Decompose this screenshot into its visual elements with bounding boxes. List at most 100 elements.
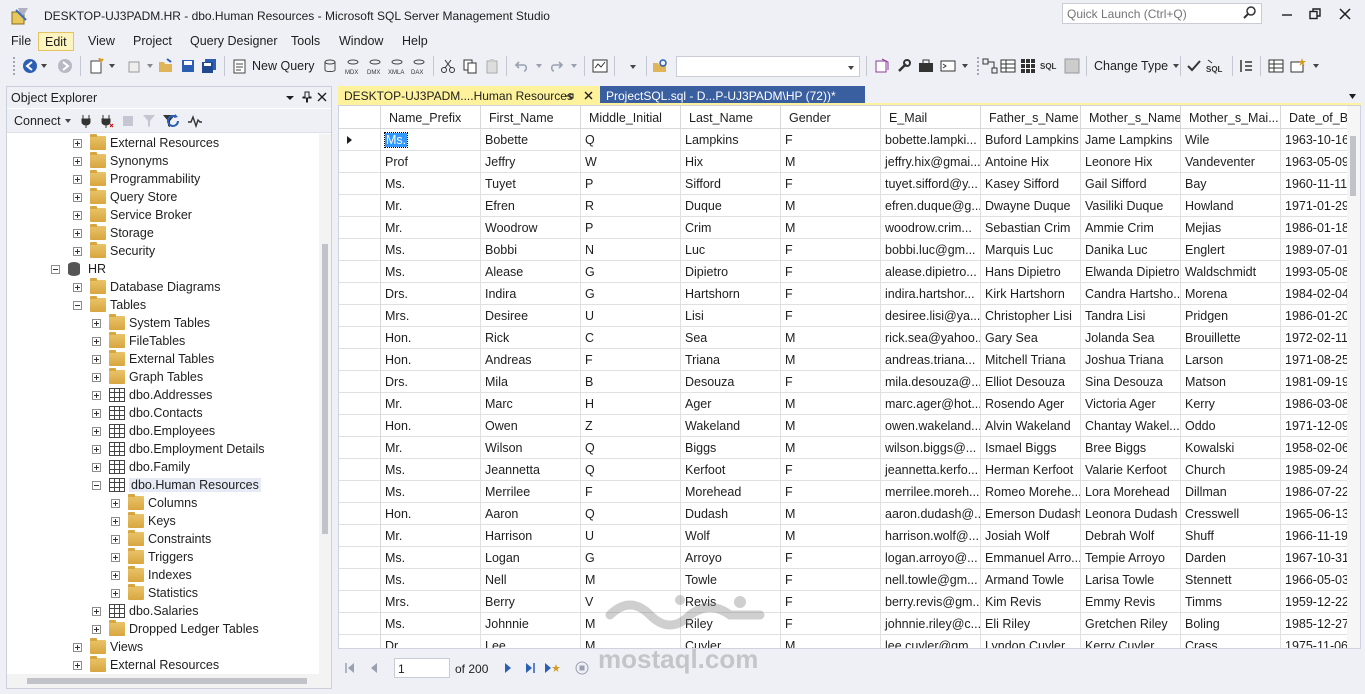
- grid-cell[interactable]: Elwanda Dipietro: [1081, 261, 1181, 283]
- column-header[interactable]: E_Mail: [881, 106, 981, 129]
- tree-node[interactable]: dbo.Employment Details: [92, 440, 264, 458]
- grid-cell[interactable]: Mejias: [1181, 217, 1281, 239]
- grid-cell[interactable]: M: [781, 349, 881, 371]
- grid-cell[interactable]: F: [781, 305, 881, 327]
- expand-icon[interactable]: [73, 282, 82, 292]
- expand-icon[interactable]: [73, 156, 82, 166]
- tree-node-label[interactable]: Views: [110, 640, 143, 654]
- grid-cell[interactable]: Ager: [681, 393, 781, 415]
- expand-icon[interactable]: [111, 516, 120, 526]
- grid-cell[interactable]: M: [781, 217, 881, 239]
- next-record-button[interactable]: [500, 660, 516, 676]
- grid-cell[interactable]: Morehead: [681, 481, 781, 503]
- row-header[interactable]: [339, 239, 381, 261]
- grid-cell[interactable]: Bobette: [481, 129, 581, 151]
- tree-node[interactable]: Columns: [111, 494, 197, 512]
- column-header[interactable]: Middle_Initial: [581, 106, 681, 129]
- tree-scroll-thumb[interactable]: [322, 244, 328, 534]
- grid-cell[interactable]: aaron.dudash@...: [881, 503, 981, 525]
- grid-cell[interactable]: Josiah Wolf: [981, 525, 1081, 547]
- grid-cell[interactable]: Darden: [1181, 547, 1281, 569]
- mdx-query-button[interactable]: MDX: [344, 56, 362, 76]
- grid-cell[interactable]: Efren: [481, 195, 581, 217]
- tree-node[interactable]: FileTables: [92, 332, 185, 350]
- tree-node[interactable]: dbo.Contacts: [92, 404, 203, 422]
- command-window-button[interactable]: [940, 56, 956, 76]
- grid-cell[interactable]: Q: [581, 129, 681, 151]
- grid-cell[interactable]: Dudash: [681, 503, 781, 525]
- tree-node-label[interactable]: Dropped Ledger Tables: [129, 622, 259, 636]
- grid-cell[interactable]: Luc: [681, 239, 781, 261]
- add-item-button[interactable]: [126, 56, 142, 76]
- close-tab-icon[interactable]: [584, 91, 593, 100]
- grid-cell[interactable]: Hon.: [381, 503, 481, 525]
- expand-icon[interactable]: [73, 246, 82, 256]
- tree-node-label[interactable]: Database Diagrams: [110, 280, 220, 294]
- grid-cell[interactable]: Matson: [1181, 371, 1281, 393]
- grid-cell[interactable]: Bay: [1181, 173, 1281, 195]
- grid-cell[interactable]: marc.ager@hot...: [881, 393, 981, 415]
- grid-cell[interactable]: Victoria Ager: [1081, 393, 1181, 415]
- tree-node-label[interactable]: System Tables: [129, 316, 210, 330]
- cut-button[interactable]: [440, 56, 456, 76]
- grid-cell[interactable]: Bobbi: [481, 239, 581, 261]
- disconnect-icon[interactable]: [99, 114, 113, 128]
- grid-cell[interactable]: bobette.lampki...: [881, 129, 981, 151]
- grid-cell[interactable]: Harrison: [481, 525, 581, 547]
- open-file-button[interactable]: [158, 56, 174, 76]
- table-row[interactable]: Mr. Harrison U Wolf Mharrison.wolf@... Josiah…: [339, 525, 1360, 547]
- grid-cell[interactable]: Vandeventer: [1181, 151, 1281, 173]
- expand-icon[interactable]: [92, 390, 101, 400]
- table-row[interactable]: Ms. Jeannetta Q Kerfoot Fjeannetta.kerfo... H…: [339, 459, 1360, 481]
- grid-cell[interactable]: Chantay Wakel...: [1081, 415, 1181, 437]
- grid-cell[interactable]: Lee: [481, 635, 581, 648]
- grid-cell[interactable]: Ms.: [381, 261, 481, 283]
- grid-cell[interactable]: F: [781, 459, 881, 481]
- tree-node-label[interactable]: Graph Tables: [129, 370, 203, 384]
- grid-cell[interactable]: Mr.: [381, 217, 481, 239]
- grid-cell[interactable]: Gretchen Riley: [1081, 613, 1181, 635]
- copy-button[interactable]: [462, 56, 478, 76]
- grid-cell[interactable]: Tempie Arroyo: [1081, 547, 1181, 569]
- expand-icon[interactable]: [92, 336, 101, 346]
- table-row[interactable]: Drs. Mila B Desouza Fmila.desouza@... Elliot …: [339, 371, 1360, 393]
- grid-cell[interactable]: Elliot Desouza: [981, 371, 1081, 393]
- row-header[interactable]: [339, 591, 381, 613]
- grid-cell[interactable]: Triana: [681, 349, 781, 371]
- tree-node-label[interactable]: Constraints: [148, 532, 211, 546]
- close-panel-icon[interactable]: [317, 92, 327, 102]
- tree-node[interactable]: dbo.Salaries: [92, 602, 199, 620]
- grid-cell[interactable]: Hartshorn: [681, 283, 781, 305]
- grid-cell[interactable]: M: [781, 525, 881, 547]
- grid-cell[interactable]: Valarie Kerfoot: [1081, 459, 1181, 481]
- execute-sql-button[interactable]: [1064, 56, 1080, 76]
- expand-icon[interactable]: [73, 210, 82, 220]
- grid-cell[interactable]: Cresswell: [1181, 503, 1281, 525]
- column-header[interactable]: Mother_s_Mai...: [1181, 106, 1281, 129]
- grid-cell[interactable]: Larisa Towle: [1081, 569, 1181, 591]
- grid-cell[interactable]: andreas.triana...: [881, 349, 981, 371]
- tree-node[interactable]: Triggers: [111, 548, 193, 566]
- grid-cell[interactable]: F: [781, 283, 881, 305]
- grid-cell[interactable]: G: [581, 261, 681, 283]
- grid-cell[interactable]: mila.desouza@...: [881, 371, 981, 393]
- expand-icon[interactable]: [92, 318, 101, 328]
- tree-node[interactable]: Synonyms: [73, 152, 168, 170]
- grid-cell[interactable]: Crass: [1181, 635, 1281, 648]
- expand-icon[interactable]: [92, 444, 101, 454]
- grid-cell[interactable]: Alvin Wakeland: [981, 415, 1081, 437]
- tree-node[interactable]: Keys: [111, 512, 176, 530]
- tree-node[interactable]: HR: [51, 260, 106, 278]
- grid-cell[interactable]: M: [581, 569, 681, 591]
- grid-cell[interactable]: Desiree: [481, 305, 581, 327]
- grid-cell[interactable]: F: [581, 349, 681, 371]
- table-row[interactable]: Ms. Alease G Dipietro Falease.dipietro... Han…: [339, 261, 1360, 283]
- first-record-button[interactable]: [342, 660, 358, 676]
- tree-node-label[interactable]: Statistics: [148, 586, 198, 600]
- grid-cell[interactable]: Ms.: [381, 173, 481, 195]
- expand-icon[interactable]: [73, 192, 82, 202]
- grid-cell[interactable]: Church: [1181, 459, 1281, 481]
- tree-node-label[interactable]: Storage: [110, 226, 154, 240]
- grid-cell[interactable]: Lora Morehead: [1081, 481, 1181, 503]
- row-header[interactable]: [339, 525, 381, 547]
